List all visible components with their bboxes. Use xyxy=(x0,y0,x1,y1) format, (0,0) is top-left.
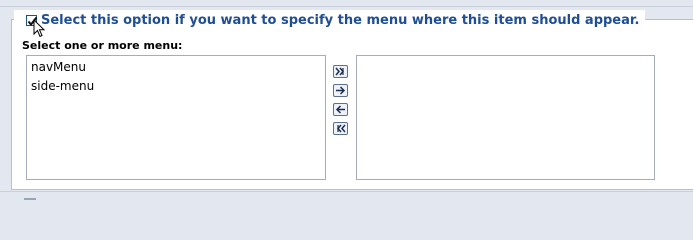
bottom-strip xyxy=(0,191,693,201)
move-right-button[interactable] xyxy=(333,84,348,97)
top-divider xyxy=(0,6,693,7)
move-all-right-button[interactable] xyxy=(333,65,348,78)
move-left-button[interactable] xyxy=(333,103,348,116)
double-arrow-left-icon xyxy=(337,124,346,133)
list-item-side-menu[interactable]: side-menu xyxy=(27,77,325,96)
arrow-left-icon xyxy=(335,105,345,114)
menu-option-legend: Select this option if you want to specif… xyxy=(14,10,646,30)
select-menu-label: Select one or more menu: xyxy=(22,39,183,52)
selected-menus-listbox[interactable] xyxy=(356,55,655,180)
double-arrow-right-icon xyxy=(335,67,344,76)
mouse-pointer-icon xyxy=(33,19,46,38)
transfer-button-group xyxy=(333,65,348,141)
arrow-right-icon xyxy=(336,86,346,95)
move-all-left-button[interactable] xyxy=(333,122,348,135)
specify-menu-label[interactable]: Select this option if you want to specif… xyxy=(41,13,639,28)
list-item-navmenu[interactable]: navMenu xyxy=(27,58,325,77)
next-section-edge xyxy=(24,198,36,200)
available-menus-listbox[interactable]: navMenu side-menu xyxy=(26,55,326,180)
